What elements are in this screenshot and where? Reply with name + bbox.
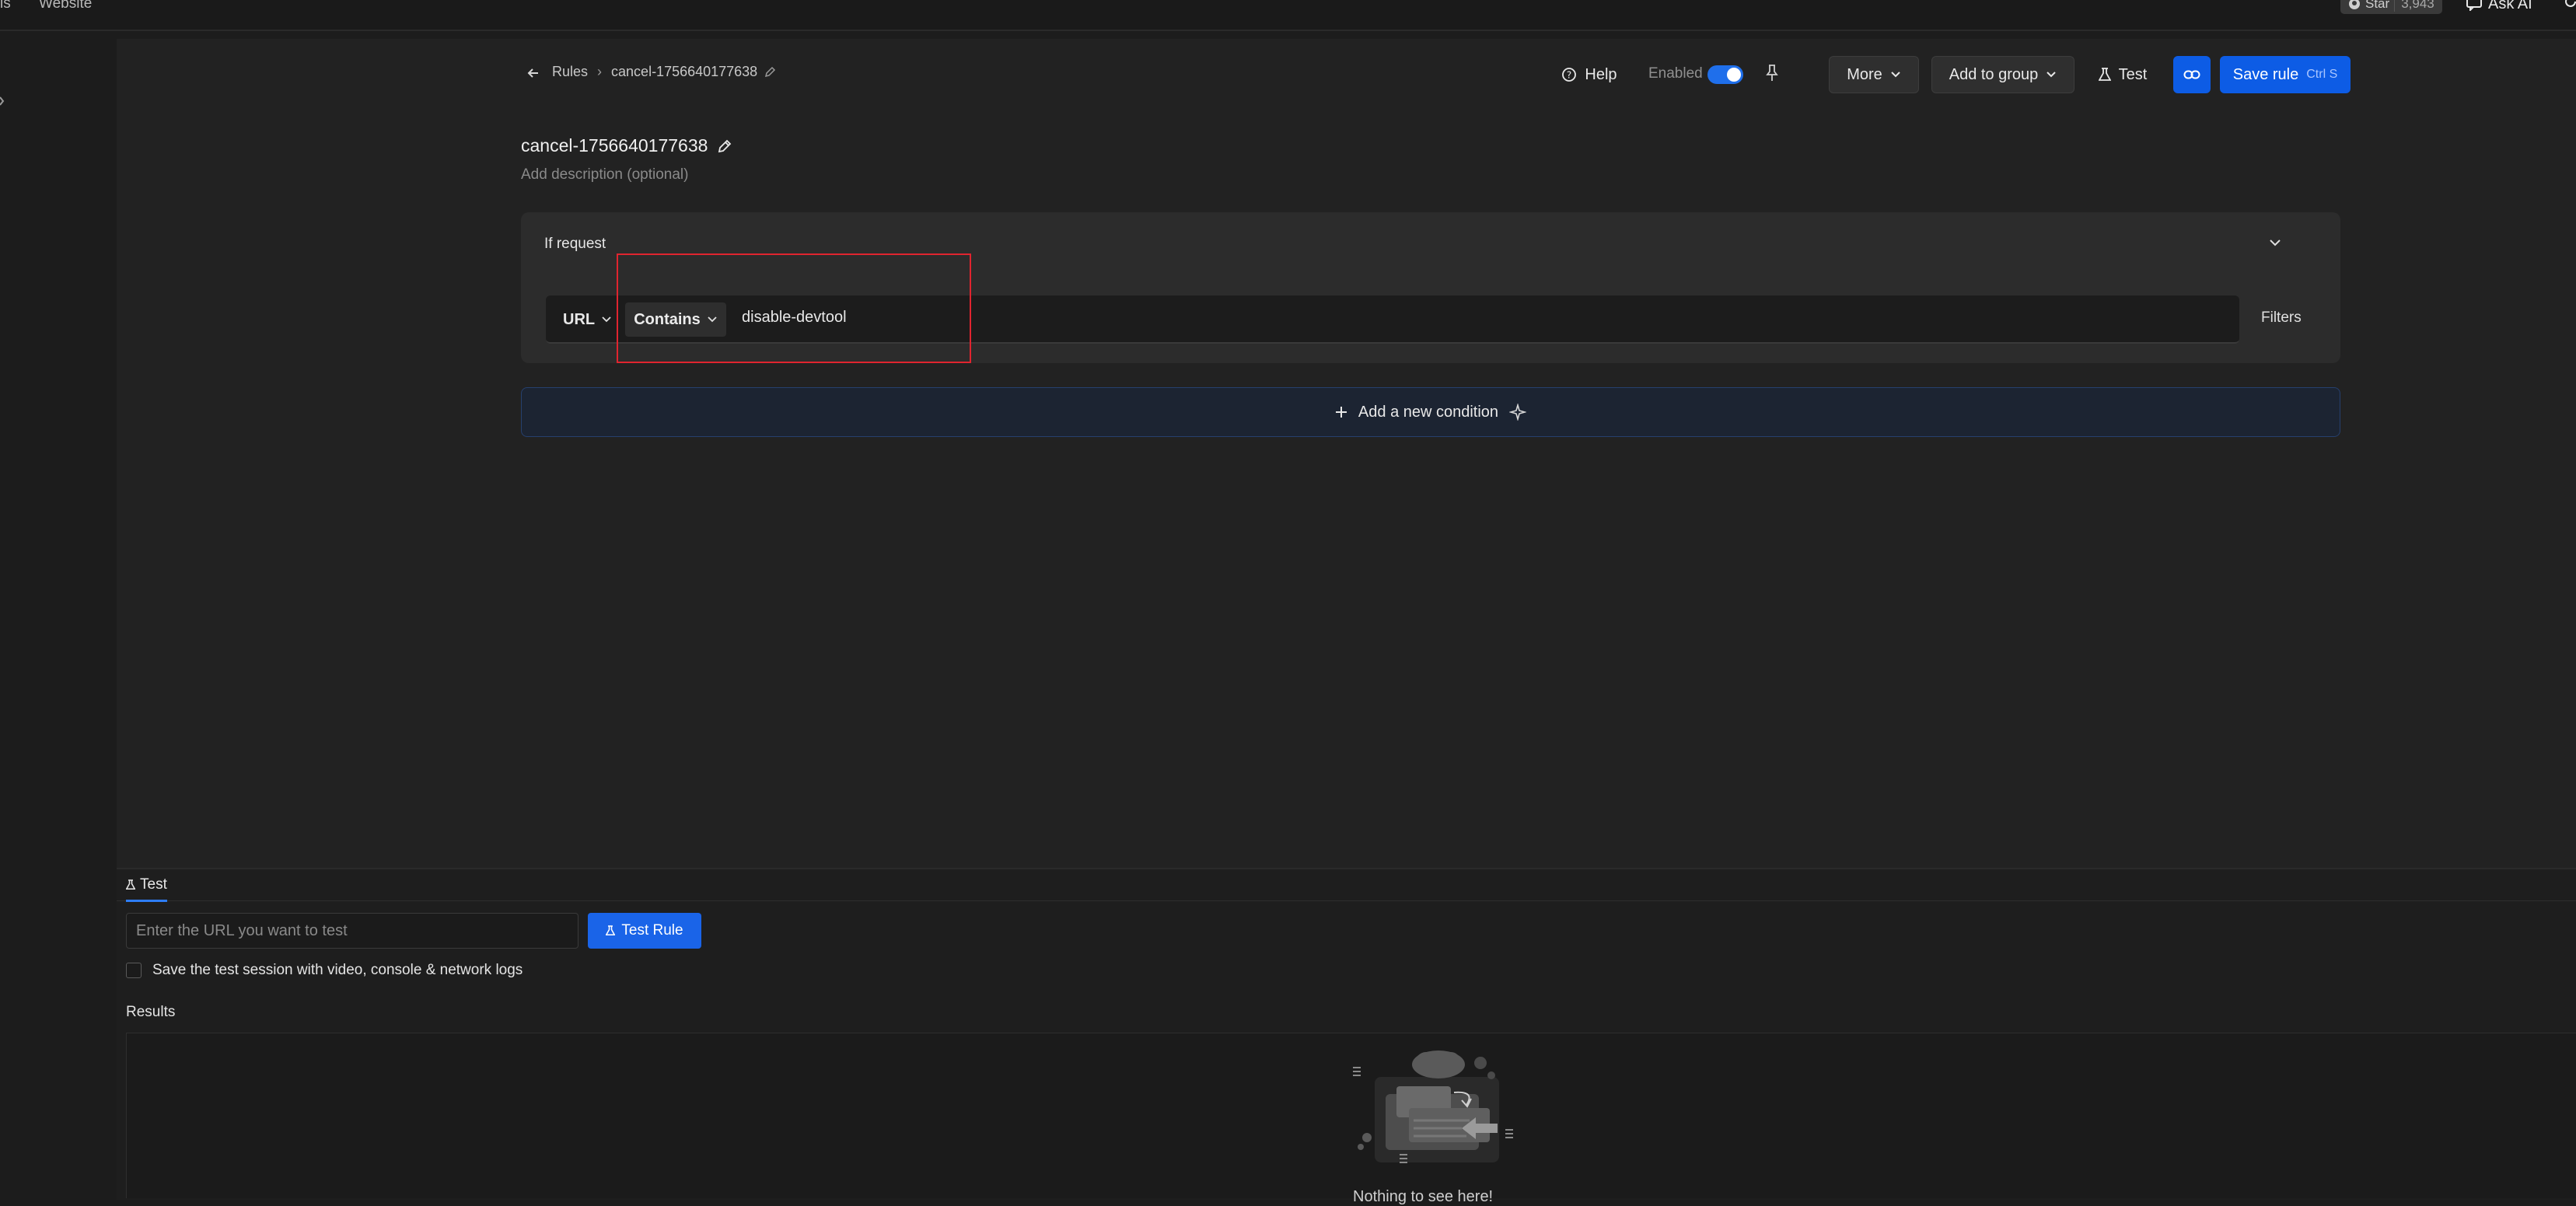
source-key-dropdown[interactable]: URL xyxy=(554,302,621,337)
top-app-bar xyxy=(0,0,2576,31)
svg-text:?: ? xyxy=(1567,70,1571,81)
save-session-label: Save the test session with video, consol… xyxy=(152,962,523,978)
results-label: Results xyxy=(126,1004,176,1020)
left-sidebar xyxy=(0,31,117,1198)
add-condition-button[interactable]: Add a new condition xyxy=(521,387,2340,437)
breadcrumb-separator: › xyxy=(597,64,603,79)
flask-icon xyxy=(606,925,616,936)
add-condition-label: Add a new condition xyxy=(1358,403,1499,421)
save-rule-label: Save rule xyxy=(2232,65,2299,83)
help-label: Help xyxy=(1585,65,1617,83)
empty-state-text: Nothing to see here! xyxy=(1353,1188,1494,1205)
rule-description-input[interactable]: Add description (optional) xyxy=(521,166,688,184)
chevron-down-icon xyxy=(1890,71,1901,79)
toggle-knob xyxy=(1727,68,1741,82)
plus-icon xyxy=(1335,406,1347,418)
refresh-icon[interactable] xyxy=(2563,0,2576,9)
tab-test-label: Test xyxy=(140,876,167,893)
back-arrow-icon[interactable] xyxy=(526,65,541,81)
help-button[interactable]: ? Help xyxy=(1558,56,1620,93)
empty-state-illustration xyxy=(1345,1046,1524,1178)
rule-editor-panel xyxy=(117,39,2576,868)
breadcrumb-rules[interactable]: Rules xyxy=(552,64,588,80)
tab-divider xyxy=(117,900,2576,901)
help-circle-icon: ? xyxy=(1561,67,1577,82)
nav-link-tools[interactable]: ls xyxy=(0,0,11,12)
ask-ai-button[interactable]: Ask AI xyxy=(2466,0,2532,14)
chat-icon xyxy=(2466,0,2482,11)
chevron-down-icon xyxy=(601,316,612,323)
nav-link-website[interactable]: Website xyxy=(39,0,92,12)
share-link-button[interactable] xyxy=(2173,56,2211,93)
flask-icon xyxy=(126,879,135,890)
save-session-option: Save the test session with video, consol… xyxy=(126,962,523,979)
breadcrumb-current-rule: cancel-1756640177638 xyxy=(611,64,758,79)
rule-title: cancel-1756640177638 xyxy=(521,135,732,156)
github-star-badge[interactable]: Star 3,943 xyxy=(2340,0,2442,14)
test-url-input[interactable] xyxy=(126,913,578,949)
ask-ai-label: Ask AI xyxy=(2488,0,2532,12)
breadcrumb: Rules › cancel-1756640177638 xyxy=(552,64,776,80)
test-label: Test xyxy=(2118,65,2148,83)
link-icon xyxy=(2183,69,2200,80)
sparkle-icon xyxy=(1509,404,1527,421)
save-shortcut-hint: Ctrl S xyxy=(2306,68,2338,81)
enabled-toggle[interactable] xyxy=(1707,65,1743,84)
tab-test[interactable]: Test xyxy=(126,876,167,902)
rule-name[interactable]: cancel-1756640177638 xyxy=(521,135,708,156)
edit-pencil-icon[interactable] xyxy=(764,66,776,79)
enabled-label: Enabled xyxy=(1648,65,1703,82)
star-label: Star xyxy=(2365,0,2390,11)
source-key-label: URL xyxy=(563,310,596,328)
add-to-group-label: Add to group xyxy=(1949,65,2039,83)
add-to-group-dropdown[interactable]: Add to group xyxy=(1931,56,2074,93)
test-button[interactable]: Test xyxy=(2092,56,2154,93)
save-session-checkbox[interactable] xyxy=(126,963,142,978)
github-icon xyxy=(2348,0,2361,10)
filters-button[interactable]: Filters xyxy=(2261,309,2302,327)
edit-pencil-icon[interactable] xyxy=(717,138,732,154)
if-request-label: If request xyxy=(544,236,606,252)
flask-icon xyxy=(2098,68,2111,82)
sidebar-collapsed-icon[interactable] xyxy=(0,95,5,107)
test-rule-button[interactable]: Test Rule xyxy=(588,913,701,949)
more-dropdown[interactable]: More xyxy=(1829,56,1919,93)
chevron-down-icon xyxy=(2046,71,2057,79)
highlight-box xyxy=(617,253,971,363)
collapse-chevron-icon[interactable] xyxy=(2268,238,2282,247)
test-rule-label: Test Rule xyxy=(621,922,683,939)
more-label: More xyxy=(1847,65,1882,83)
pin-icon[interactable] xyxy=(1764,64,1780,82)
star-count: 3,943 xyxy=(2394,0,2434,12)
save-rule-button[interactable]: Save rule Ctrl S xyxy=(2220,56,2351,93)
